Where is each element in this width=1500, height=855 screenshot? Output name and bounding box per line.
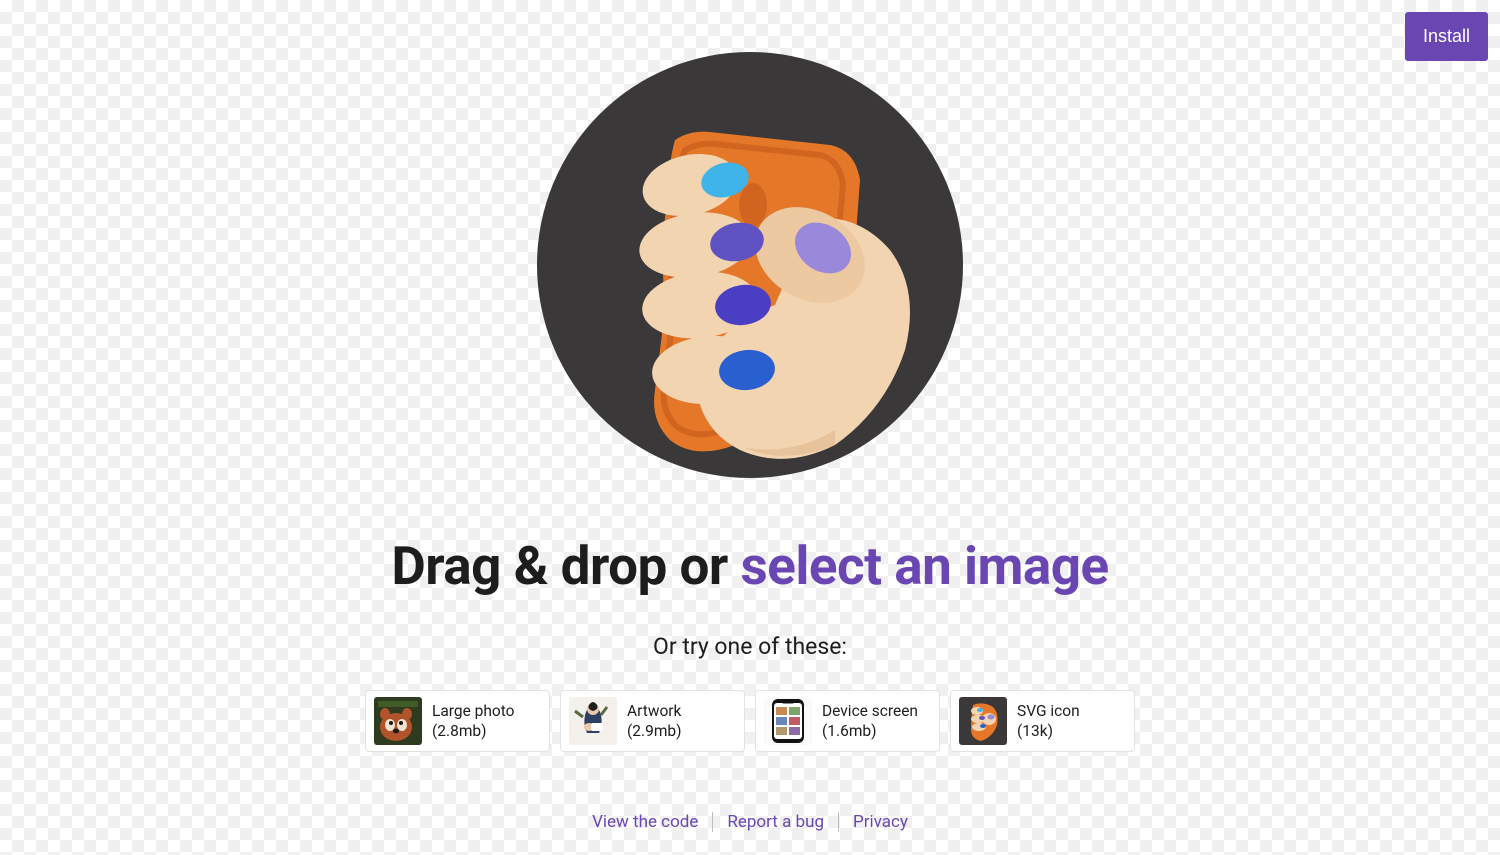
footer-link-code[interactable]: View the code (592, 812, 698, 832)
footer-link-bug[interactable]: Report a bug (727, 812, 824, 832)
red-panda-thumb-icon (374, 697, 422, 745)
device-screen-thumb-icon (764, 697, 812, 745)
example-label: Artwork (627, 701, 682, 721)
select-image-link[interactable]: select an image (741, 535, 1109, 597)
example-svg-icon[interactable]: SVG icon (13k) (950, 690, 1135, 752)
example-label: Device screen (822, 701, 918, 721)
footer-links: View the code Report a bug Privacy (592, 812, 908, 832)
install-button[interactable]: Install (1405, 12, 1488, 61)
footer-link-privacy[interactable]: Privacy (853, 812, 908, 832)
example-device-screen[interactable]: Device screen (1.6mb) (755, 690, 940, 752)
squoosh-logo-icon (535, 50, 965, 480)
example-size: (2.8mb) (432, 721, 515, 741)
footer-separator (712, 812, 713, 832)
subheading: Or try one of these: (653, 633, 847, 660)
artwork-thumb-icon (569, 697, 617, 745)
example-large-photo[interactable]: Large photo (2.8mb) (365, 690, 550, 752)
example-size: (13k) (1017, 721, 1080, 741)
footer-separator (838, 812, 839, 832)
svg-logo-thumb-icon (959, 697, 1007, 745)
headline: Drag & drop or select an image (391, 535, 1108, 597)
example-list: Large photo (2.8mb) Artwork (2.9mb) (365, 690, 1135, 752)
headline-prefix: Drag & drop or (391, 535, 740, 597)
example-size: (1.6mb) (822, 721, 918, 741)
example-artwork[interactable]: Artwork (2.9mb) (560, 690, 745, 752)
example-label: SVG icon (1017, 701, 1080, 721)
example-size: (2.9mb) (627, 721, 682, 741)
example-label: Large photo (432, 701, 515, 721)
